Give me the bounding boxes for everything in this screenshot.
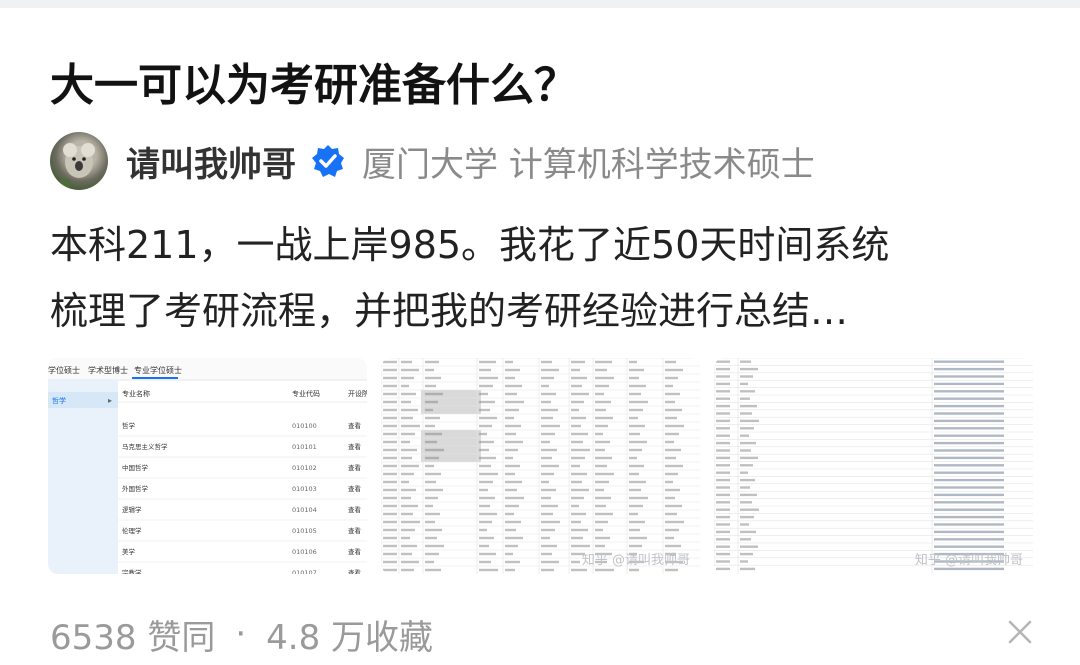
close-icon[interactable]: [1004, 616, 1036, 648]
separator-dot: ·: [235, 614, 247, 654]
row-major-code: 010107: [292, 569, 317, 574]
author-name[interactable]: 请叫我帅哥: [126, 137, 296, 186]
row-major-name: 宗教学: [122, 568, 142, 574]
row-major-name: 逻辑学: [122, 505, 142, 514]
row-view-link[interactable]: 查看: [348, 505, 362, 514]
answer-stats: 6538 赞同 · 4.8 万收藏: [50, 608, 433, 660]
row-major-name: 外国哲学: [122, 484, 149, 493]
row-view-link[interactable]: 查看: [348, 484, 362, 493]
row-major-code: 010101: [292, 443, 317, 451]
author-row[interactable]: 请叫我帅哥 厦门大学 计算机科学技术硕士: [50, 130, 815, 192]
row-major-name: 伦理学: [122, 526, 142, 535]
row-view-link[interactable]: 查看: [348, 442, 362, 451]
excerpt-line-1: 本科211，一战上岸985。我花了近50天时间系统: [50, 223, 890, 267]
vote-count[interactable]: 6538 赞同: [50, 610, 215, 659]
row-view-link[interactable]: 查看: [348, 568, 362, 574]
tab-academic-doctor: 学术型博士: [88, 365, 128, 375]
row-major-name: 马克思主义哲学: [122, 442, 168, 451]
answer-excerpt[interactable]: 本科211，一战上岸985。我花了近50天时间系统 梳理了考研流程，并把我的考研…: [50, 212, 1040, 344]
svg-text:▸: ▸: [108, 396, 112, 405]
row-major-name: 哲学: [122, 421, 136, 430]
col-header-schools: 开设院校: [348, 389, 367, 398]
thumbnail-link-list[interactable]: 知乎 @请叫我帅哥: [714, 358, 1033, 574]
row-major-code: 010104: [292, 506, 317, 514]
sidebar-item-philosophy: 哲学: [52, 396, 66, 405]
top-divider: [0, 0, 1080, 8]
verified-badge-icon: [312, 145, 344, 177]
row-view-link[interactable]: 查看: [348, 526, 362, 535]
row-major-code: 010103: [292, 485, 317, 493]
row-view-link[interactable]: 查看: [348, 547, 362, 556]
tab-academic-master: 学位硕士: [48, 365, 80, 375]
avatar[interactable]: [50, 132, 108, 190]
author-description: 厦门大学 计算机科学技术硕士: [362, 144, 815, 185]
thumbnail-score-sheet[interactable]: 知乎 @请叫我帅哥: [381, 358, 700, 574]
question-title[interactable]: 大一可以为考研准备什么？: [50, 58, 578, 114]
row-major-name: 中国哲学: [122, 463, 149, 472]
col-header-name: 专业名称: [122, 389, 150, 398]
excerpt-line-2: 梳理了考研流程，并把我的考研经验进行总结…: [50, 289, 849, 333]
row-major-name: 美学: [122, 547, 136, 556]
tab-professional-master: 专业学位硕士: [134, 365, 182, 375]
favorite-count[interactable]: 4.8 万收藏: [266, 610, 433, 659]
row-view-link[interactable]: 查看: [348, 421, 362, 430]
watermark: 知乎 @请叫我帅哥: [914, 553, 1023, 568]
row-view-link[interactable]: 查看: [348, 463, 362, 472]
row-major-code: 010100: [292, 422, 317, 430]
image-thumbnails: 学位硕士 学术型博士 专业学位硕士 哲学 ▸ 专业名称 专业代码 开设院校 哲学…: [48, 358, 1034, 574]
row-major-code: 010102: [292, 464, 317, 472]
thumbnail-major-list[interactable]: 学位硕士 学术型博士 专业学位硕士 哲学 ▸ 专业名称 专业代码 开设院校 哲学…: [48, 358, 367, 574]
col-header-code: 专业代码: [292, 389, 320, 398]
watermark: 知乎 @请叫我帅哥: [581, 553, 690, 568]
row-major-code: 010105: [292, 527, 317, 535]
row-major-code: 010106: [292, 548, 317, 556]
